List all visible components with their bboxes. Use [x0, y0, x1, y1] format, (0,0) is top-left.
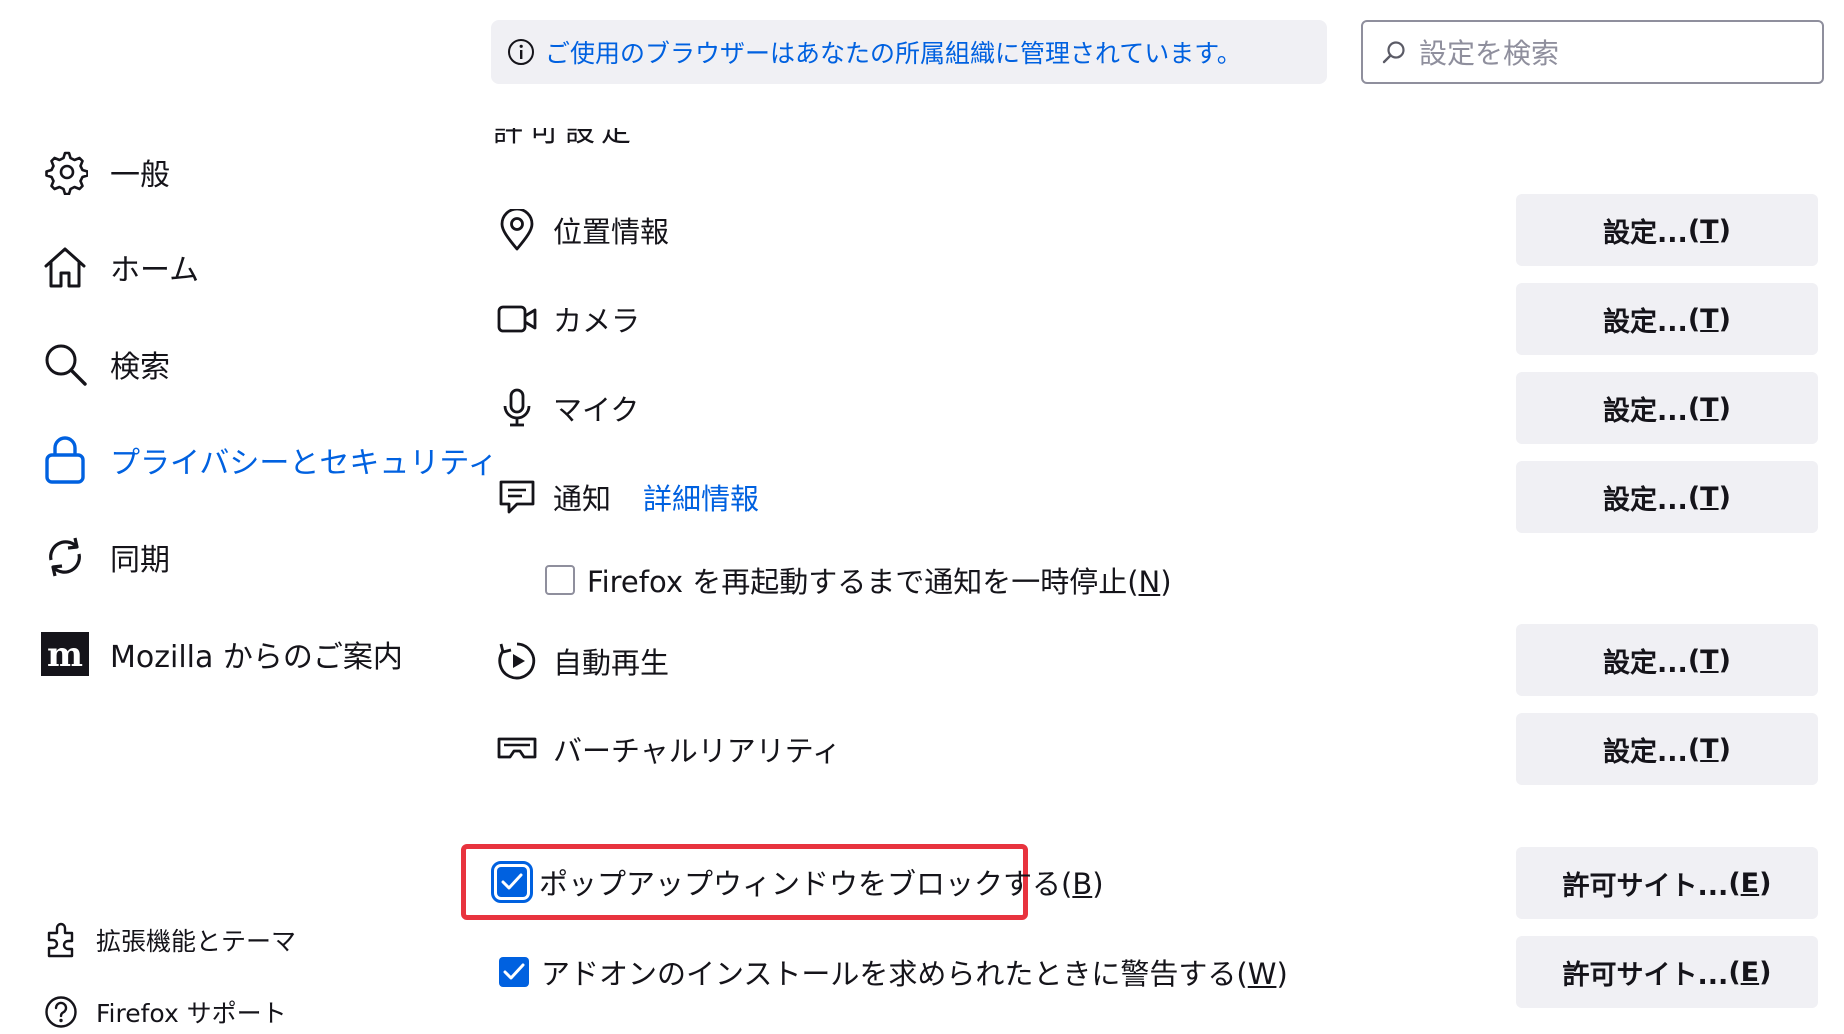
search-placeholder: 設定を検索 [1419, 37, 1560, 70]
block-popups-checkbox[interactable] [491, 861, 533, 903]
vr-headset-icon [495, 727, 539, 771]
pause-notifications-checkbox[interactable] [545, 565, 575, 595]
sidebar-item-label: 一般 [110, 158, 170, 193]
sidebar-item-label: プライバシーとセキュリティ [110, 446, 498, 481]
sync-icon [40, 532, 90, 582]
camera-settings-button[interactable]: 設定...(T) [1516, 283, 1818, 355]
vr-settings-button[interactable]: 設定...(T) [1516, 713, 1818, 785]
home-icon [40, 242, 90, 292]
sidebar-item-mozilla[interactable]: m Mozilla からのご案内 [40, 624, 403, 684]
sidebar-extensions-themes[interactable]: 拡張機能とテーマ [44, 918, 296, 962]
permission-row-autoplay: 自動再生 [495, 631, 669, 691]
sidebar-firefox-support[interactable]: Firefox サポート [44, 990, 287, 1034]
search-icon [40, 339, 90, 389]
svg-text:m: m [47, 635, 83, 675]
sidebar-item-label: ホーム [110, 253, 200, 288]
notifications-settings-button[interactable]: 設定...(T) [1516, 461, 1818, 533]
warn-addons-label[interactable]: アドオンのインストールを求められたときに警告する(W) [541, 951, 1288, 993]
sidebar-item-home[interactable]: ホーム [40, 237, 199, 297]
permission-label: 通知 [553, 482, 612, 516]
settings-search-input[interactable]: 設定を検索 [1361, 20, 1824, 84]
permission-label: マイク [553, 393, 640, 427]
warn-addons-checkbox[interactable] [499, 957, 529, 987]
search-icon [1381, 39, 1407, 65]
sidebar-item-privacy-security[interactable]: プライバシーとセキュリティ [40, 430, 498, 490]
mozilla-logo-icon: m [40, 629, 90, 679]
sidebar-item-label: 検索 [110, 350, 170, 385]
location-settings-button[interactable]: 設定...(T) [1516, 194, 1818, 266]
permission-row-camera: カメラ [495, 289, 640, 349]
help-icon [44, 995, 78, 1029]
microphone-icon [495, 386, 539, 430]
extensions-themes-label: 拡張機能とテーマ [96, 927, 297, 956]
addon-exceptions-button[interactable]: 許可サイト...(E) [1516, 936, 1818, 1008]
gear-icon [40, 147, 90, 197]
permission-row-location: 位置情報 [495, 200, 669, 260]
pause-notifications-label[interactable]: Firefox を再起動するまで通知を一時停止(N) [587, 559, 1172, 601]
permission-label: カメラ [553, 304, 641, 338]
permission-row-notifications: 通知 詳細情報 [495, 467, 759, 527]
sidebar-item-general[interactable]: 一般 [40, 142, 170, 202]
microphone-settings-button[interactable]: 設定...(T) [1516, 372, 1818, 444]
permission-row-microphone: マイク [495, 378, 639, 438]
notification-icon [495, 475, 539, 519]
permissions-heading: 許可設定 [493, 128, 637, 149]
popup-exceptions-button[interactable]: 許可サイト...(E) [1516, 847, 1818, 919]
block-popups-label[interactable]: ポップアップウィンドウをブロックする(B) [539, 861, 1104, 903]
managed-by-organization-banner: ご使用のブラウザーはあなたの所属組織に管理されています。 [491, 20, 1327, 84]
block-popups-row[interactable]: ポップアップウィンドウをブロックする(B) [491, 858, 1104, 906]
autoplay-settings-button[interactable]: 設定...(T) [1516, 624, 1818, 696]
banner-text[interactable]: ご使用のブラウザーはあなたの所属組織に管理されています。 [545, 34, 1242, 70]
location-pin-icon [495, 208, 539, 252]
autoplay-icon [495, 639, 539, 683]
camera-icon [495, 297, 539, 341]
sidebar-item-search[interactable]: 検索 [40, 334, 170, 394]
notifications-learn-more-link[interactable]: 詳細情報 [643, 476, 759, 518]
info-icon [507, 38, 535, 66]
sidebar-item-sync[interactable]: 同期 [40, 527, 170, 587]
lock-icon [40, 435, 90, 485]
puzzle-icon [44, 921, 78, 959]
permission-label: 位置情報 [553, 215, 670, 249]
firefox-support-label: Firefox サポート [96, 999, 287, 1028]
sidebar-item-label: Mozilla からのご案内 [110, 640, 403, 675]
permission-row-virtual-reality: バーチャルリアリティ [495, 719, 841, 779]
pause-notifications-row[interactable]: Firefox を再起動するまで通知を一時停止(N) [545, 556, 1172, 604]
permission-label: 自動再生 [553, 646, 670, 680]
sidebar-item-label: 同期 [110, 543, 170, 578]
warn-addons-row[interactable]: アドオンのインストールを求められたときに警告する(W) [499, 948, 1288, 996]
permission-label: バーチャルリアリティ [553, 734, 841, 768]
